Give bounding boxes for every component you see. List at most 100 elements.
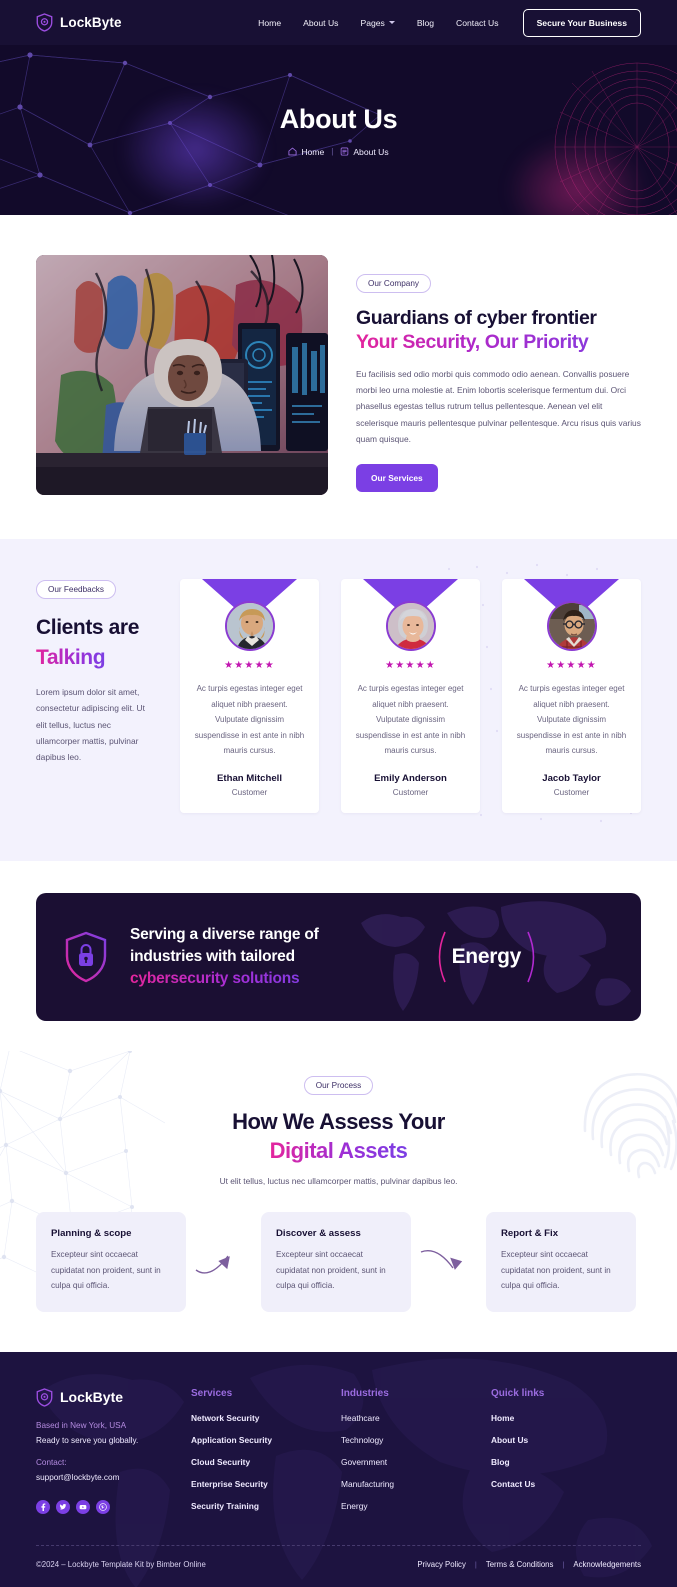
about-heading-line1: Guardians of cyber frontier bbox=[356, 307, 597, 329]
secure-your-business-button[interactable]: Secure Your Business bbox=[522, 8, 641, 37]
footer-contact-label: Contact: bbox=[36, 1457, 67, 1467]
process-step-text: Excepteur sint occaecat cupidatat non pr… bbox=[276, 1250, 386, 1291]
footer-brand-name: LockByte bbox=[60, 1389, 124, 1406]
breadcrumb-separator: | bbox=[331, 147, 334, 156]
process-step-card: Report & Fix Excepteur sint occaecat cup… bbox=[486, 1212, 636, 1312]
feedbacks-paragraph: Lorem ipsum dolor sit amet, consectetur … bbox=[36, 686, 145, 763]
nav-link-home-label: Home bbox=[258, 17, 282, 28]
nav-link-about-us[interactable]: About Us bbox=[292, 18, 349, 28]
process-step-title: Discover & assess bbox=[276, 1228, 361, 1240]
feedbacks-heading-accent: Talking bbox=[36, 646, 106, 670]
footer-tagline: Ready to serve you globally. bbox=[36, 1435, 139, 1445]
testimonial-role: Customer bbox=[553, 787, 590, 797]
chevron-down-icon bbox=[388, 21, 395, 24]
facebook-icon[interactable] bbox=[36, 1499, 50, 1514]
testimonial-role: Customer bbox=[231, 787, 268, 797]
footer-column-industries: Industries Heathcare Technology Governme… bbox=[341, 1388, 491, 1523]
home-icon bbox=[288, 147, 297, 156]
footer-link-blog[interactable]: Blog bbox=[491, 1457, 544, 1467]
nav-link-home[interactable]: Home bbox=[247, 18, 292, 28]
footer-link-about-us[interactable]: About Us bbox=[491, 1435, 544, 1445]
footer-legal-links: Privacy Policy | Terms & Conditions | Ac… bbox=[417, 1560, 641, 1569]
process-step-title: Planning & scope bbox=[51, 1228, 132, 1240]
footer-link-acknowledgements[interactable]: Acknowledgements bbox=[573, 1560, 641, 1569]
banner-line3: cybersecurity solutions bbox=[130, 968, 319, 990]
star-rating: ★★★★★ bbox=[385, 660, 436, 671]
testimonial-card: ★★★★★ Ac turpis egestas integer eget ali… bbox=[502, 579, 641, 813]
avatar-ethan-mitchell bbox=[226, 603, 273, 649]
avatar bbox=[385, 601, 436, 651]
footer-columns: LockByte Based in New York, USA Ready to… bbox=[36, 1388, 641, 1523]
process-steps: Planning & scope Excepteur sint occaecat… bbox=[36, 1212, 641, 1312]
testimonial-quote: Ac turpis egestas integer eget aliquet n… bbox=[194, 684, 305, 756]
testimonial-quote: Ac turpis egestas integer eget aliquet n… bbox=[355, 684, 466, 756]
pinterest-icon[interactable] bbox=[96, 1499, 110, 1514]
legal-separator: | bbox=[474, 1559, 477, 1569]
industry-word: Energy bbox=[451, 944, 522, 968]
process-heading: How We Assess Your Digital Assets bbox=[36, 1108, 641, 1165]
purple-glow-decoration bbox=[120, 90, 270, 210]
footer-link-application-security[interactable]: Application Security bbox=[191, 1435, 341, 1445]
process-heading-accent: Digital Assets bbox=[269, 1137, 408, 1163]
banner-text: Serving a diverse range of industries wi… bbox=[130, 924, 319, 990]
footer-link-technology[interactable]: Technology bbox=[341, 1435, 491, 1445]
footer-social-links bbox=[36, 1499, 191, 1514]
process-step-text: Excepteur sint occaecat cupidatat non pr… bbox=[501, 1250, 611, 1291]
footer-brand-column: LockByte Based in New York, USA Ready to… bbox=[36, 1388, 191, 1523]
footer-link-home[interactable]: Home bbox=[491, 1413, 544, 1423]
process-step-title: Report & Fix bbox=[501, 1228, 559, 1240]
testimonial-cards: ★★★★★ Ac turpis egestas integer eget ali… bbox=[180, 579, 641, 813]
top-navbar: LockByte Home About Us Pages Blog Contac… bbox=[0, 0, 677, 45]
nav-link-pages[interactable]: Pages bbox=[349, 18, 405, 28]
footer-link-privacy-policy[interactable]: Privacy Policy bbox=[417, 1560, 466, 1569]
arrow-up-right-icon bbox=[186, 1212, 261, 1280]
industries-banner-section: Serving a diverse range of industries wi… bbox=[0, 860, 677, 1051]
about-photo bbox=[36, 255, 328, 495]
footer-bottom-bar: ©2024 – Lockbyte Template Kit by Bimber … bbox=[36, 1546, 641, 1587]
footer-link-government[interactable]: Government bbox=[341, 1457, 491, 1467]
footer-link-cloud-security[interactable]: Cloud Security bbox=[191, 1457, 341, 1467]
page-header-banner: About Us Home | About Us bbox=[0, 45, 677, 215]
avatar bbox=[546, 601, 597, 651]
avatar-jacob-taylor bbox=[548, 603, 595, 649]
nav-link-blog-label: Blog bbox=[416, 17, 435, 28]
footer-link-enterprise-security[interactable]: Enterprise Security bbox=[191, 1479, 341, 1489]
avatar-wrap bbox=[546, 601, 597, 651]
nav-link-pages-label: Pages bbox=[360, 17, 385, 28]
feedbacks-badge: Our Feedbacks bbox=[36, 580, 116, 599]
document-icon bbox=[341, 147, 349, 156]
shield-logo-icon bbox=[36, 13, 53, 32]
youtube-icon[interactable] bbox=[76, 1499, 90, 1514]
banner-line2: industries with tailored bbox=[130, 947, 295, 965]
footer-link-terms-conditions[interactable]: Terms & Conditions bbox=[486, 1560, 554, 1569]
brand-logo-link[interactable]: LockByte bbox=[36, 13, 122, 32]
nav-links: Home About Us Pages Blog Contact Us Secu… bbox=[247, 8, 641, 37]
nav-link-blog[interactable]: Blog bbox=[406, 18, 445, 28]
hooded-person-at-computer-photo bbox=[36, 255, 328, 495]
nav-link-contact-us-label: Contact Us bbox=[456, 17, 499, 28]
twitter-icon[interactable] bbox=[56, 1499, 70, 1514]
breadcrumb-home[interactable]: Home bbox=[288, 147, 324, 157]
footer-link-manufacturing[interactable]: Manufacturing bbox=[341, 1479, 491, 1489]
footer-brand-link[interactable]: LockByte bbox=[36, 1388, 191, 1407]
footer-link-contact-us[interactable]: Contact Us bbox=[491, 1479, 544, 1489]
avatar-wrap bbox=[385, 601, 436, 651]
nav-link-about-us-label: About Us bbox=[303, 17, 339, 28]
breadcrumb-current-label: About Us bbox=[353, 146, 389, 157]
about-paragraph: Eu facilisis sed odio morbi quis commodo… bbox=[356, 368, 641, 445]
our-services-button[interactable]: Our Services bbox=[356, 463, 438, 492]
footer-email-link[interactable]: support@lockbyte.com bbox=[36, 1473, 119, 1482]
testimonial-card: ★★★★★ Ac turpis egestas integer eget ali… bbox=[341, 579, 480, 813]
star-rating: ★★★★★ bbox=[546, 660, 597, 671]
footer-link-heathcare[interactable]: Heathcare bbox=[341, 1413, 491, 1423]
footer-column-quick-links-heading: Quick links bbox=[491, 1387, 545, 1399]
footer-link-energy[interactable]: Energy bbox=[341, 1501, 491, 1511]
page-title: About Us bbox=[279, 103, 398, 134]
nav-link-contact-us[interactable]: Contact Us bbox=[445, 18, 510, 28]
testimonial-name: Ethan Mitchell bbox=[216, 772, 283, 784]
breadcrumb: Home | About Us bbox=[288, 146, 389, 157]
legal-separator: | bbox=[562, 1559, 565, 1569]
footer-link-security-training[interactable]: Security Training bbox=[191, 1501, 341, 1511]
footer-link-network-security[interactable]: Network Security bbox=[191, 1413, 341, 1423]
rotating-industry-word: Energy bbox=[432, 930, 613, 984]
